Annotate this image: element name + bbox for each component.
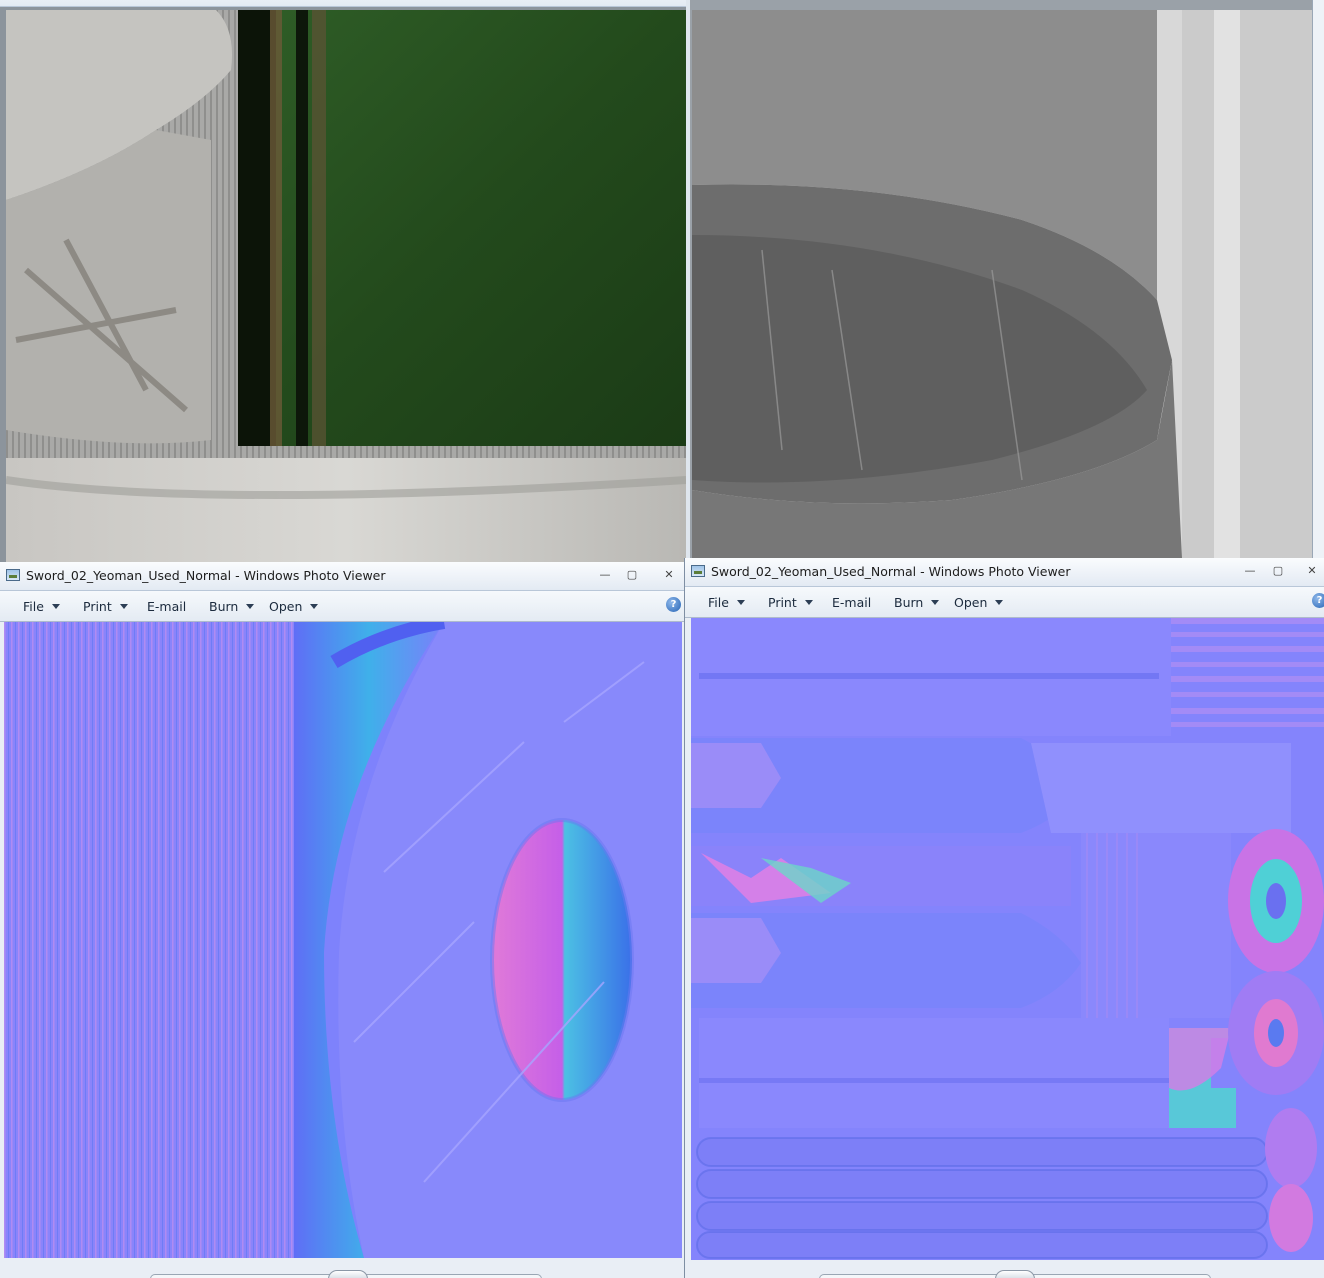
menu-email-label: E-mail [832, 595, 872, 610]
photo-viewer-app-icon [6, 569, 20, 581]
help-icon[interactable]: ? [1312, 593, 1324, 608]
menu-burn[interactable]: Burn [209, 599, 255, 614]
maximize-button[interactable]: ▢ [1267, 562, 1289, 579]
menu-file-label: File [708, 595, 729, 610]
photo-viewer-window-bottom-right: Sword_02_Yeoman_Used_Normal - Windows Ph… [684, 558, 1324, 1278]
menu-print-label: Print [83, 599, 112, 614]
menu-file-label: File [23, 599, 44, 614]
chevron-down-icon [51, 604, 60, 609]
menu-file[interactable]: File [23, 599, 60, 614]
minimize-button[interactable]: — [594, 566, 616, 583]
window-title: Sword_02_Yeoman_Used_Normal - Windows Ph… [711, 564, 1071, 579]
play-slideshow-button[interactable] [995, 1270, 1035, 1278]
play-slideshow-button[interactable] [328, 1270, 368, 1278]
window-titlebar[interactable]: Sword_02_Yeoman_Used_Normal - Windows Ph… [685, 558, 1324, 587]
maximize-button[interactable]: ▢ [621, 566, 643, 583]
chevron-down-icon [804, 600, 813, 605]
menu-open[interactable]: Open [269, 599, 319, 614]
normal-map-atlas-svg [691, 618, 1324, 1260]
menu-print-label: Print [768, 595, 797, 610]
menu-email-label: E-mail [147, 599, 187, 614]
menu-burn-label: Burn [894, 595, 924, 610]
chevron-down-icon [736, 600, 745, 605]
menu-burn[interactable]: Burn [894, 595, 940, 610]
window-titlebar[interactable]: Sword_02_Yeoman_Used_Normal - Windows Ph… [0, 562, 684, 591]
diffuse-texture-svg [6, 10, 686, 562]
menu-email[interactable]: E-mail [147, 599, 186, 614]
photo-viewer-window-bottom-left: Sword_02_Yeoman_Used_Normal - Windows Ph… [0, 562, 684, 1278]
menu-open[interactable]: Open [954, 595, 1004, 610]
chevron-down-icon [931, 600, 940, 605]
normal-map-svg [4, 622, 682, 1258]
normal-map-atlas-image [691, 618, 1324, 1260]
specular-texture-svg [692, 10, 1312, 558]
normal-map-image [4, 622, 682, 1258]
photo-viewer-window-top-left [0, 0, 686, 562]
menu-email[interactable]: E-mail [832, 595, 871, 610]
diffuse-texture-image [6, 10, 686, 562]
close-button[interactable]: ✕ [1301, 562, 1323, 579]
menu-print[interactable]: Print [768, 595, 813, 610]
close-button[interactable]: ✕ [658, 566, 680, 583]
chevron-down-icon [246, 604, 255, 609]
window-title: Sword_02_Yeoman_Used_Normal - Windows Ph… [26, 568, 386, 583]
window-right-edge [1312, 0, 1324, 558]
command-bar: File Print E-mail Burn Open ? [685, 587, 1324, 618]
photo-viewer-window-top-right [690, 0, 1324, 558]
chevron-down-icon [119, 604, 128, 609]
window-titlebar[interactable] [0, 0, 686, 7]
menu-open-label: Open [954, 595, 988, 610]
chevron-down-icon [995, 600, 1004, 605]
menu-file[interactable]: File [708, 595, 745, 610]
chevron-down-icon [310, 604, 319, 609]
specular-texture-image [692, 10, 1312, 558]
menu-burn-label: Burn [209, 599, 239, 614]
minimize-button[interactable]: — [1239, 562, 1261, 579]
photo-viewer-app-icon [691, 565, 705, 577]
menu-open-label: Open [269, 599, 303, 614]
menu-print[interactable]: Print [83, 599, 128, 614]
command-bar: File Print E-mail Burn Open ? [0, 591, 684, 622]
help-icon[interactable]: ? [666, 597, 681, 612]
